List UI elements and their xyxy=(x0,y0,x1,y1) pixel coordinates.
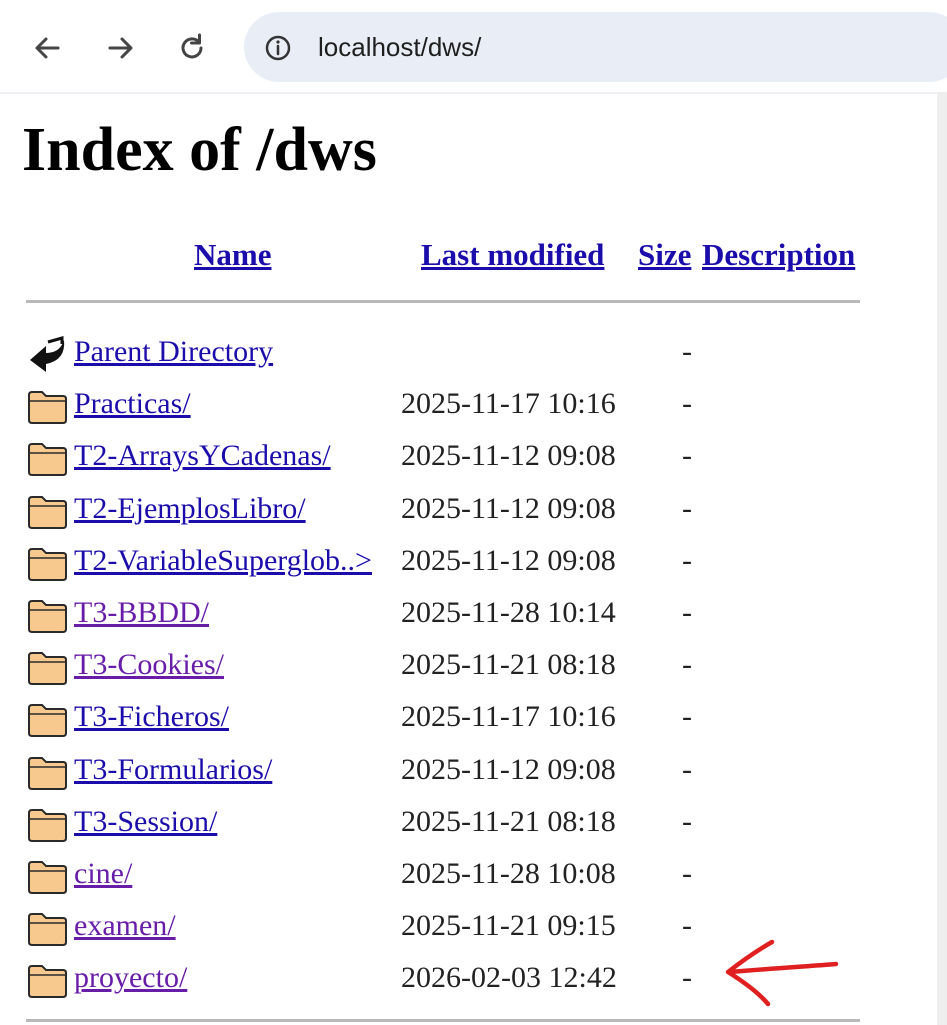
last-modified-cell: 2025-11-28 10:08 xyxy=(401,857,616,890)
table-row: Parent Directory - xyxy=(0,326,920,378)
folder-icon[interactable] xyxy=(26,647,70,687)
last-modified-cell: 2025-11-12 09:08 xyxy=(401,543,616,577)
folder-link[interactable]: T3-Session/ xyxy=(74,804,217,840)
folder-link[interactable]: Practicas/ xyxy=(74,386,191,422)
folder-link[interactable]: T3-BBDD/ xyxy=(74,595,209,631)
size-cell: - xyxy=(682,857,692,890)
folder-icon[interactable] xyxy=(26,491,70,531)
address-bar[interactable]: localhost/dws/ xyxy=(244,12,947,82)
folder-icon[interactable] xyxy=(26,386,70,426)
folder-icon[interactable] xyxy=(26,908,70,948)
reload-button[interactable] xyxy=(172,28,212,68)
url-text[interactable]: localhost/dws/ xyxy=(318,30,481,64)
size-cell: - xyxy=(682,491,692,525)
sort-by-size-link[interactable]: Size xyxy=(638,236,691,274)
scrollbar-track[interactable] xyxy=(937,92,947,1025)
folder-link[interactable]: T3-Ficheros/ xyxy=(74,699,229,735)
table-row: T3-Session/2025-11-21 08:18 - xyxy=(0,796,920,848)
folder-link[interactable]: proyecto/ xyxy=(74,960,187,996)
page-title: Index of /dws xyxy=(22,116,377,184)
last-modified-cell: 2025-11-12 09:08 xyxy=(401,752,616,786)
reload-icon xyxy=(181,33,203,59)
folder-icon[interactable] xyxy=(26,699,70,739)
last-modified-cell: 2025-11-21 08:18 xyxy=(401,648,616,682)
folder-icon[interactable] xyxy=(26,960,70,1000)
arrow-left-icon xyxy=(35,37,60,59)
folder-icon[interactable] xyxy=(26,595,70,635)
footer-divider xyxy=(26,1019,860,1022)
last-modified-cell: 2026-02-03 12:42 xyxy=(401,961,617,995)
sort-by-last-modified-link[interactable]: Last modified xyxy=(421,236,604,274)
table-row: T3-Cookies/2025-11-21 08:18 - xyxy=(0,639,920,691)
folder-link[interactable]: T2-ArraysYCadenas/ xyxy=(74,438,331,474)
size-cell: - xyxy=(682,961,692,995)
size-cell: - xyxy=(682,543,692,577)
last-modified-cell: 2025-11-21 09:15 xyxy=(401,909,616,943)
folder-link[interactable]: cine/ xyxy=(74,856,132,892)
folder-link[interactable]: T3-Cookies/ xyxy=(74,647,224,683)
size-cell: - xyxy=(682,909,692,943)
table-row: T3-Formularios/2025-11-12 09:08 - xyxy=(0,744,920,796)
size-cell: - xyxy=(682,439,692,473)
parent-directory-link[interactable]: Parent Directory xyxy=(74,334,273,370)
sort-by-name-link[interactable]: Name xyxy=(194,236,271,274)
site-info-button[interactable] xyxy=(260,30,296,66)
folder-icon[interactable] xyxy=(26,752,70,792)
size-cell: - xyxy=(682,648,692,682)
folder-icon[interactable] xyxy=(26,856,70,896)
red-hand-drawn-arrow-icon xyxy=(725,939,839,1007)
size-cell: - xyxy=(682,752,692,786)
size-cell: - xyxy=(682,596,692,629)
arrow-right-icon xyxy=(108,37,133,59)
folder-link[interactable]: T2-EjemplosLibro/ xyxy=(74,491,306,527)
table-row: T2-EjemplosLibro/2025-11-12 09:08 - xyxy=(0,483,920,535)
size-cell: - xyxy=(682,335,692,368)
last-modified-cell: 2025-11-17 10:16 xyxy=(401,387,616,421)
back-arrow-icon[interactable] xyxy=(26,334,70,374)
last-modified-cell: 2025-11-21 08:18 xyxy=(401,804,616,838)
table-row: T3-BBDD/2025-11-28 10:14 - xyxy=(0,587,920,639)
size-cell: - xyxy=(682,804,692,838)
sort-by-description-link[interactable]: Description xyxy=(702,236,855,274)
last-modified-cell: 2025-11-28 10:14 xyxy=(401,596,616,629)
table-row: T2-ArraysYCadenas/2025-11-12 09:08 - xyxy=(0,430,920,482)
table-row: Practicas/2025-11-17 10:16 - xyxy=(0,378,920,430)
folder-icon[interactable] xyxy=(26,543,70,583)
folder-link[interactable]: T2-VariableSuperglob..> xyxy=(74,543,372,579)
header-divider xyxy=(26,300,860,303)
table-row: cine/2025-11-28 10:08 - xyxy=(0,848,920,900)
forward-button[interactable] xyxy=(100,28,140,68)
last-modified-cell: 2025-11-12 09:08 xyxy=(401,439,616,473)
folder-link[interactable]: T3-Formularios/ xyxy=(74,752,272,788)
last-modified-cell: 2025-11-12 09:08 xyxy=(401,491,616,525)
table-row: T2-VariableSuperglob..> 2025-11-12 09:08 - xyxy=(0,535,920,587)
size-cell: - xyxy=(682,700,692,734)
table-row: T3-Ficheros/2025-11-17 10:16 - xyxy=(0,691,920,743)
back-button[interactable] xyxy=(28,28,68,68)
folder-icon[interactable] xyxy=(26,804,70,844)
info-circle-icon xyxy=(265,35,291,61)
last-modified-cell: 2025-11-17 10:16 xyxy=(401,700,616,734)
folder-link[interactable]: examen/ xyxy=(74,908,176,944)
browser-toolbar: localhost/dws/ xyxy=(0,0,947,94)
folder-icon[interactable] xyxy=(26,438,70,478)
size-cell: - xyxy=(682,387,692,421)
